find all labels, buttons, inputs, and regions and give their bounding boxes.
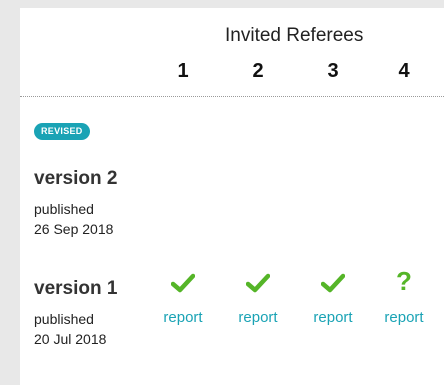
report-link-referee-2[interactable]: report: [228, 309, 288, 326]
checkmark-icon: [163, 273, 203, 299]
version-1-title: version 1: [34, 278, 118, 299]
version-2-published-label: published: [34, 201, 94, 217]
referee-number-1: 1: [177, 60, 189, 82]
version-1-published-label: published: [34, 311, 94, 327]
version-2-title: version 2: [34, 168, 118, 189]
referee-number-3: 3: [327, 60, 339, 82]
revised-badge: REVISED: [34, 123, 90, 140]
version-1-date: 20 Jul 2018: [34, 331, 107, 347]
version-2-date: 26 Sep 2018: [34, 221, 114, 237]
question-mark-icon: ?: [396, 266, 412, 296]
referee-number-4: 4: [398, 60, 410, 82]
referee-status-panel: Invited Referees 1 2 3 4 REVISED version…: [20, 8, 444, 385]
report-link-referee-4[interactable]: report: [374, 309, 434, 326]
checkmark-icon: [313, 273, 353, 299]
referee-number-2: 2: [252, 60, 264, 82]
invited-referees-heading: Invited Referees: [225, 25, 364, 46]
report-link-referee-1[interactable]: report: [153, 309, 213, 326]
report-link-referee-3[interactable]: report: [303, 309, 363, 326]
header-divider: [20, 96, 444, 97]
checkmark-icon: [238, 273, 278, 299]
